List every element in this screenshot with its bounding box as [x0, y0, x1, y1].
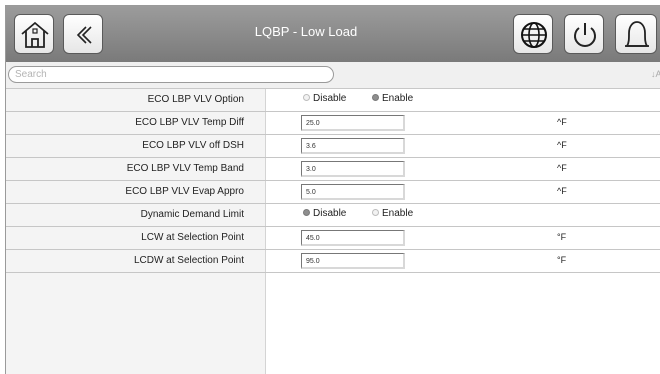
value-input[interactable]: 45.0: [301, 230, 405, 246]
value-input[interactable]: 5.0: [301, 184, 405, 200]
page-title: LQBP - Low Load: [254, 24, 358, 39]
settings-row-eco-lbp-vlv-temp-diff: ECO LBP VLV Temp Diff 25.0 ^F: [6, 112, 660, 135]
unit-label: °F: [557, 232, 567, 242]
settings-row-eco-lbp-vlv-option: ECO LBP VLV Option Disable Enable: [6, 89, 660, 112]
row-label: ECO LBP VLV off DSH: [142, 140, 244, 151]
radio-disable[interactable]: Disable: [303, 93, 346, 104]
unit-label: ^F: [557, 163, 567, 173]
globe-icon: [521, 22, 547, 48]
unit-label: ^F: [557, 186, 567, 196]
row-label: Dynamic Demand Limit: [140, 209, 244, 220]
row-label: LCDW at Selection Point: [133, 255, 244, 266]
sort-icon[interactable]: ↓A: [651, 69, 660, 79]
row-label: ECO LBP VLV Option: [147, 94, 244, 105]
unit-label: ^F: [557, 117, 567, 127]
radio-on-icon: [372, 94, 379, 101]
search-input[interactable]: [8, 66, 334, 83]
row-label: ECO LBP VLV Evap Appro: [125, 186, 244, 197]
radio-enable[interactable]: Enable: [372, 208, 413, 219]
top-bar: LQBP - Low Load: [6, 6, 660, 62]
value-input[interactable]: 3.6: [301, 138, 405, 154]
value-input[interactable]: 3.0: [301, 161, 405, 177]
back-button[interactable]: [63, 14, 103, 54]
row-label: LCW at Selection Point: [141, 232, 244, 243]
radio-off-icon: [372, 209, 379, 216]
radio-disable[interactable]: Disable: [303, 208, 346, 219]
back-icon: [76, 26, 92, 44]
unit-label: °F: [557, 255, 567, 265]
value-input[interactable]: 95.0: [301, 253, 405, 269]
radio-enable[interactable]: Enable: [372, 93, 413, 104]
unit-label: ^F: [557, 140, 567, 150]
settings-row-eco-lbp-vlv-evap-appro: ECO LBP VLV Evap Appro 5.0 ^F: [6, 181, 660, 204]
app-window: LQBP - Low Load ↓A: [5, 5, 660, 374]
search-bar: ↓A: [6, 62, 660, 89]
power-button[interactable]: [564, 14, 604, 54]
row-label: ECO LBP VLV Temp Diff: [135, 117, 244, 128]
alarm-button[interactable]: [615, 14, 657, 54]
settings-row-lcdw-at-selection-point: LCDW at Selection Point 95.0 °F: [6, 250, 660, 273]
home-button[interactable]: [14, 14, 54, 54]
row-label: ECO LBP VLV Temp Band: [126, 163, 244, 174]
language-button[interactable]: [513, 14, 553, 54]
radio-on-icon: [303, 209, 310, 216]
settings-row-eco-lbp-vlv-off-dsh: ECO LBP VLV off DSH 3.6 ^F: [6, 135, 660, 158]
settings-row-lcw-at-selection-point: LCW at Selection Point 45.0 °F: [6, 227, 660, 250]
value-input[interactable]: 25.0: [301, 115, 405, 131]
home-icon: [21, 21, 49, 48]
settings-row-eco-lbp-vlv-temp-band: ECO LBP VLV Temp Band 3.0 ^F: [6, 158, 660, 181]
radio-off-icon: [303, 94, 310, 101]
bell-icon: [625, 21, 649, 47]
power-icon: [574, 23, 596, 47]
settings-row-dynamic-demand-limit: Dynamic Demand Limit Disable Enable: [6, 204, 660, 227]
